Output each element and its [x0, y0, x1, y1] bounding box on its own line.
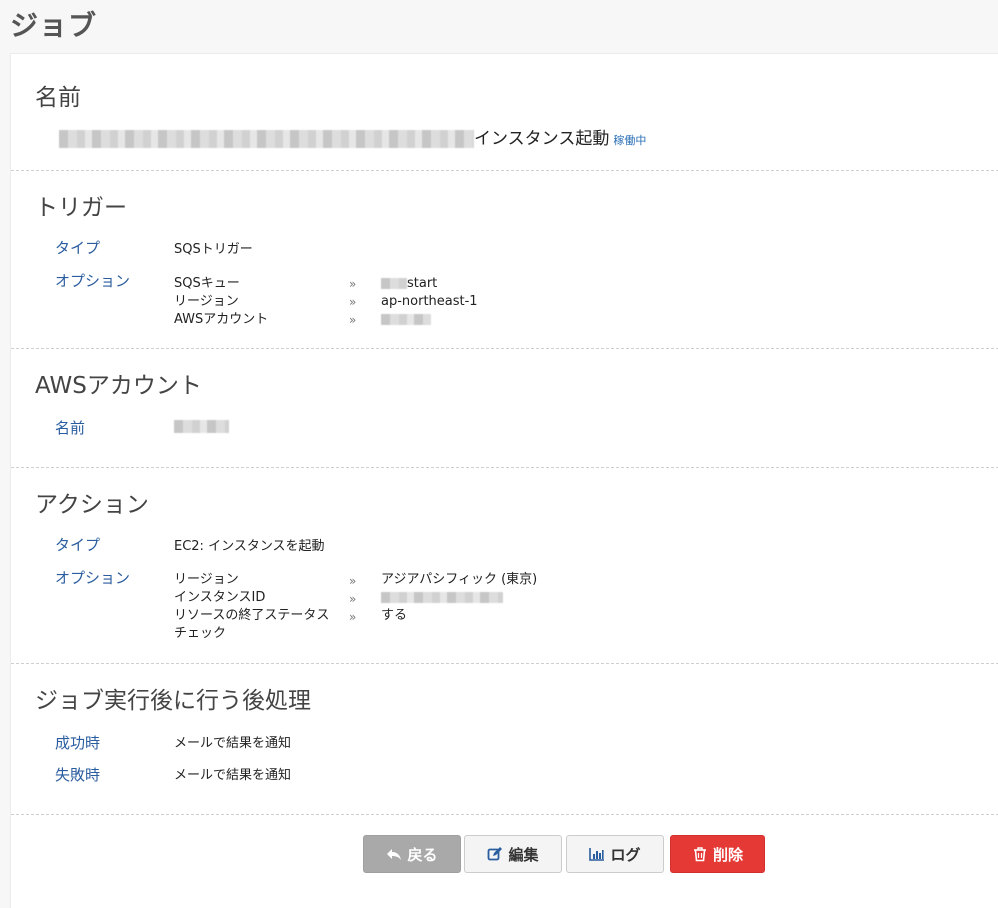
trigger-option-key: AWSアカウント	[174, 312, 269, 327]
log-button-label: ログ	[610, 845, 641, 864]
trigger-type-label: タイプ	[55, 239, 101, 257]
trash-icon	[692, 846, 708, 862]
aws-account-name-label: 名前	[55, 419, 86, 437]
trigger-option-key: SQSキュー	[174, 276, 240, 291]
chevron-double-right-icon: »	[349, 277, 357, 291]
aws-account-section-title: AWSアカウント	[35, 373, 202, 399]
delete-button[interactable]: 削除	[670, 835, 765, 873]
action-section: アクション タイプ EC2: インスタンスを起動 オプション リージョン » ア…	[11, 468, 998, 664]
trigger-type-value: SQSトリガー	[174, 242, 253, 257]
redacted-aws-account	[381, 311, 431, 329]
action-section-title: アクション	[35, 492, 149, 518]
trigger-section-title: トリガー	[35, 195, 127, 221]
failure-value: メールで結果を通知	[174, 768, 292, 783]
action-option-key: リソースの終了ステータス	[174, 608, 330, 623]
chevron-double-right-icon: »	[349, 295, 357, 309]
action-type-label: タイプ	[55, 536, 101, 554]
redacted-aws-account-name	[174, 419, 229, 434]
bar-chart-icon	[589, 846, 605, 862]
reply-arrow-icon	[386, 846, 402, 862]
redacted-queue-prefix	[381, 278, 407, 289]
chevron-double-right-icon: »	[349, 313, 357, 327]
log-button[interactable]: ログ	[566, 835, 664, 873]
chevron-double-right-icon: »	[349, 610, 357, 624]
page-title: ジョブ	[10, 9, 98, 42]
back-button[interactable]: 戻る	[363, 835, 461, 873]
chevron-double-right-icon: »	[349, 592, 357, 606]
edit-button-label: 編集	[508, 845, 539, 864]
trigger-options-label: オプション	[55, 272, 131, 290]
failure-label: 失敗時	[55, 766, 101, 784]
redacted-instance-id	[381, 589, 503, 607]
action-type-value: EC2: インスタンスを起動	[174, 539, 325, 554]
action-option-key: インスタンスID	[174, 590, 266, 605]
edit-button[interactable]: 編集	[464, 835, 562, 873]
success-label: 成功時	[55, 734, 101, 752]
job-detail-panel: 名前 インスタンス起動 稼働中 トリガー タイプ SQSトリガー オプション SQ…	[10, 53, 998, 908]
action-option-key: リージョン	[174, 572, 239, 587]
job-name: インスタンス起動 稼働中	[59, 124, 646, 149]
edit-icon	[487, 846, 503, 862]
trigger-option-value: ap-northeast-1	[381, 294, 478, 309]
action-option-value: アジアパシフィック (東京)	[381, 572, 538, 587]
trigger-section: トリガー タイプ SQSトリガー オプション SQSキュー » start リー…	[11, 171, 998, 349]
name-section-title: 名前	[35, 85, 81, 111]
redacted-job-name-prefix	[59, 130, 474, 148]
chevron-double-right-icon: »	[349, 574, 357, 588]
aws-account-section: AWSアカウント 名前	[11, 349, 998, 468]
back-button-label: 戻る	[407, 845, 438, 864]
status-badge: 稼働中	[613, 134, 647, 147]
trigger-option-value: start	[381, 275, 437, 293]
name-section: 名前 インスタンス起動 稼働中	[11, 54, 998, 171]
action-option-value: する	[381, 608, 408, 623]
trigger-option-key: リージョン	[174, 294, 239, 309]
delete-button-label: 削除	[712, 845, 743, 864]
action-options-label: オプション	[55, 569, 131, 587]
action-option-key-line2: チェック	[174, 626, 227, 641]
success-value: メールで結果を通知	[174, 736, 292, 751]
post-process-section: ジョブ実行後に行う後処理 成功時 メールで結果を通知 失敗時 メールで結果を通知	[11, 664, 998, 815]
post-process-section-title: ジョブ実行後に行う後処理	[35, 688, 311, 714]
job-name-suffix: インスタンス起動	[474, 129, 610, 149]
